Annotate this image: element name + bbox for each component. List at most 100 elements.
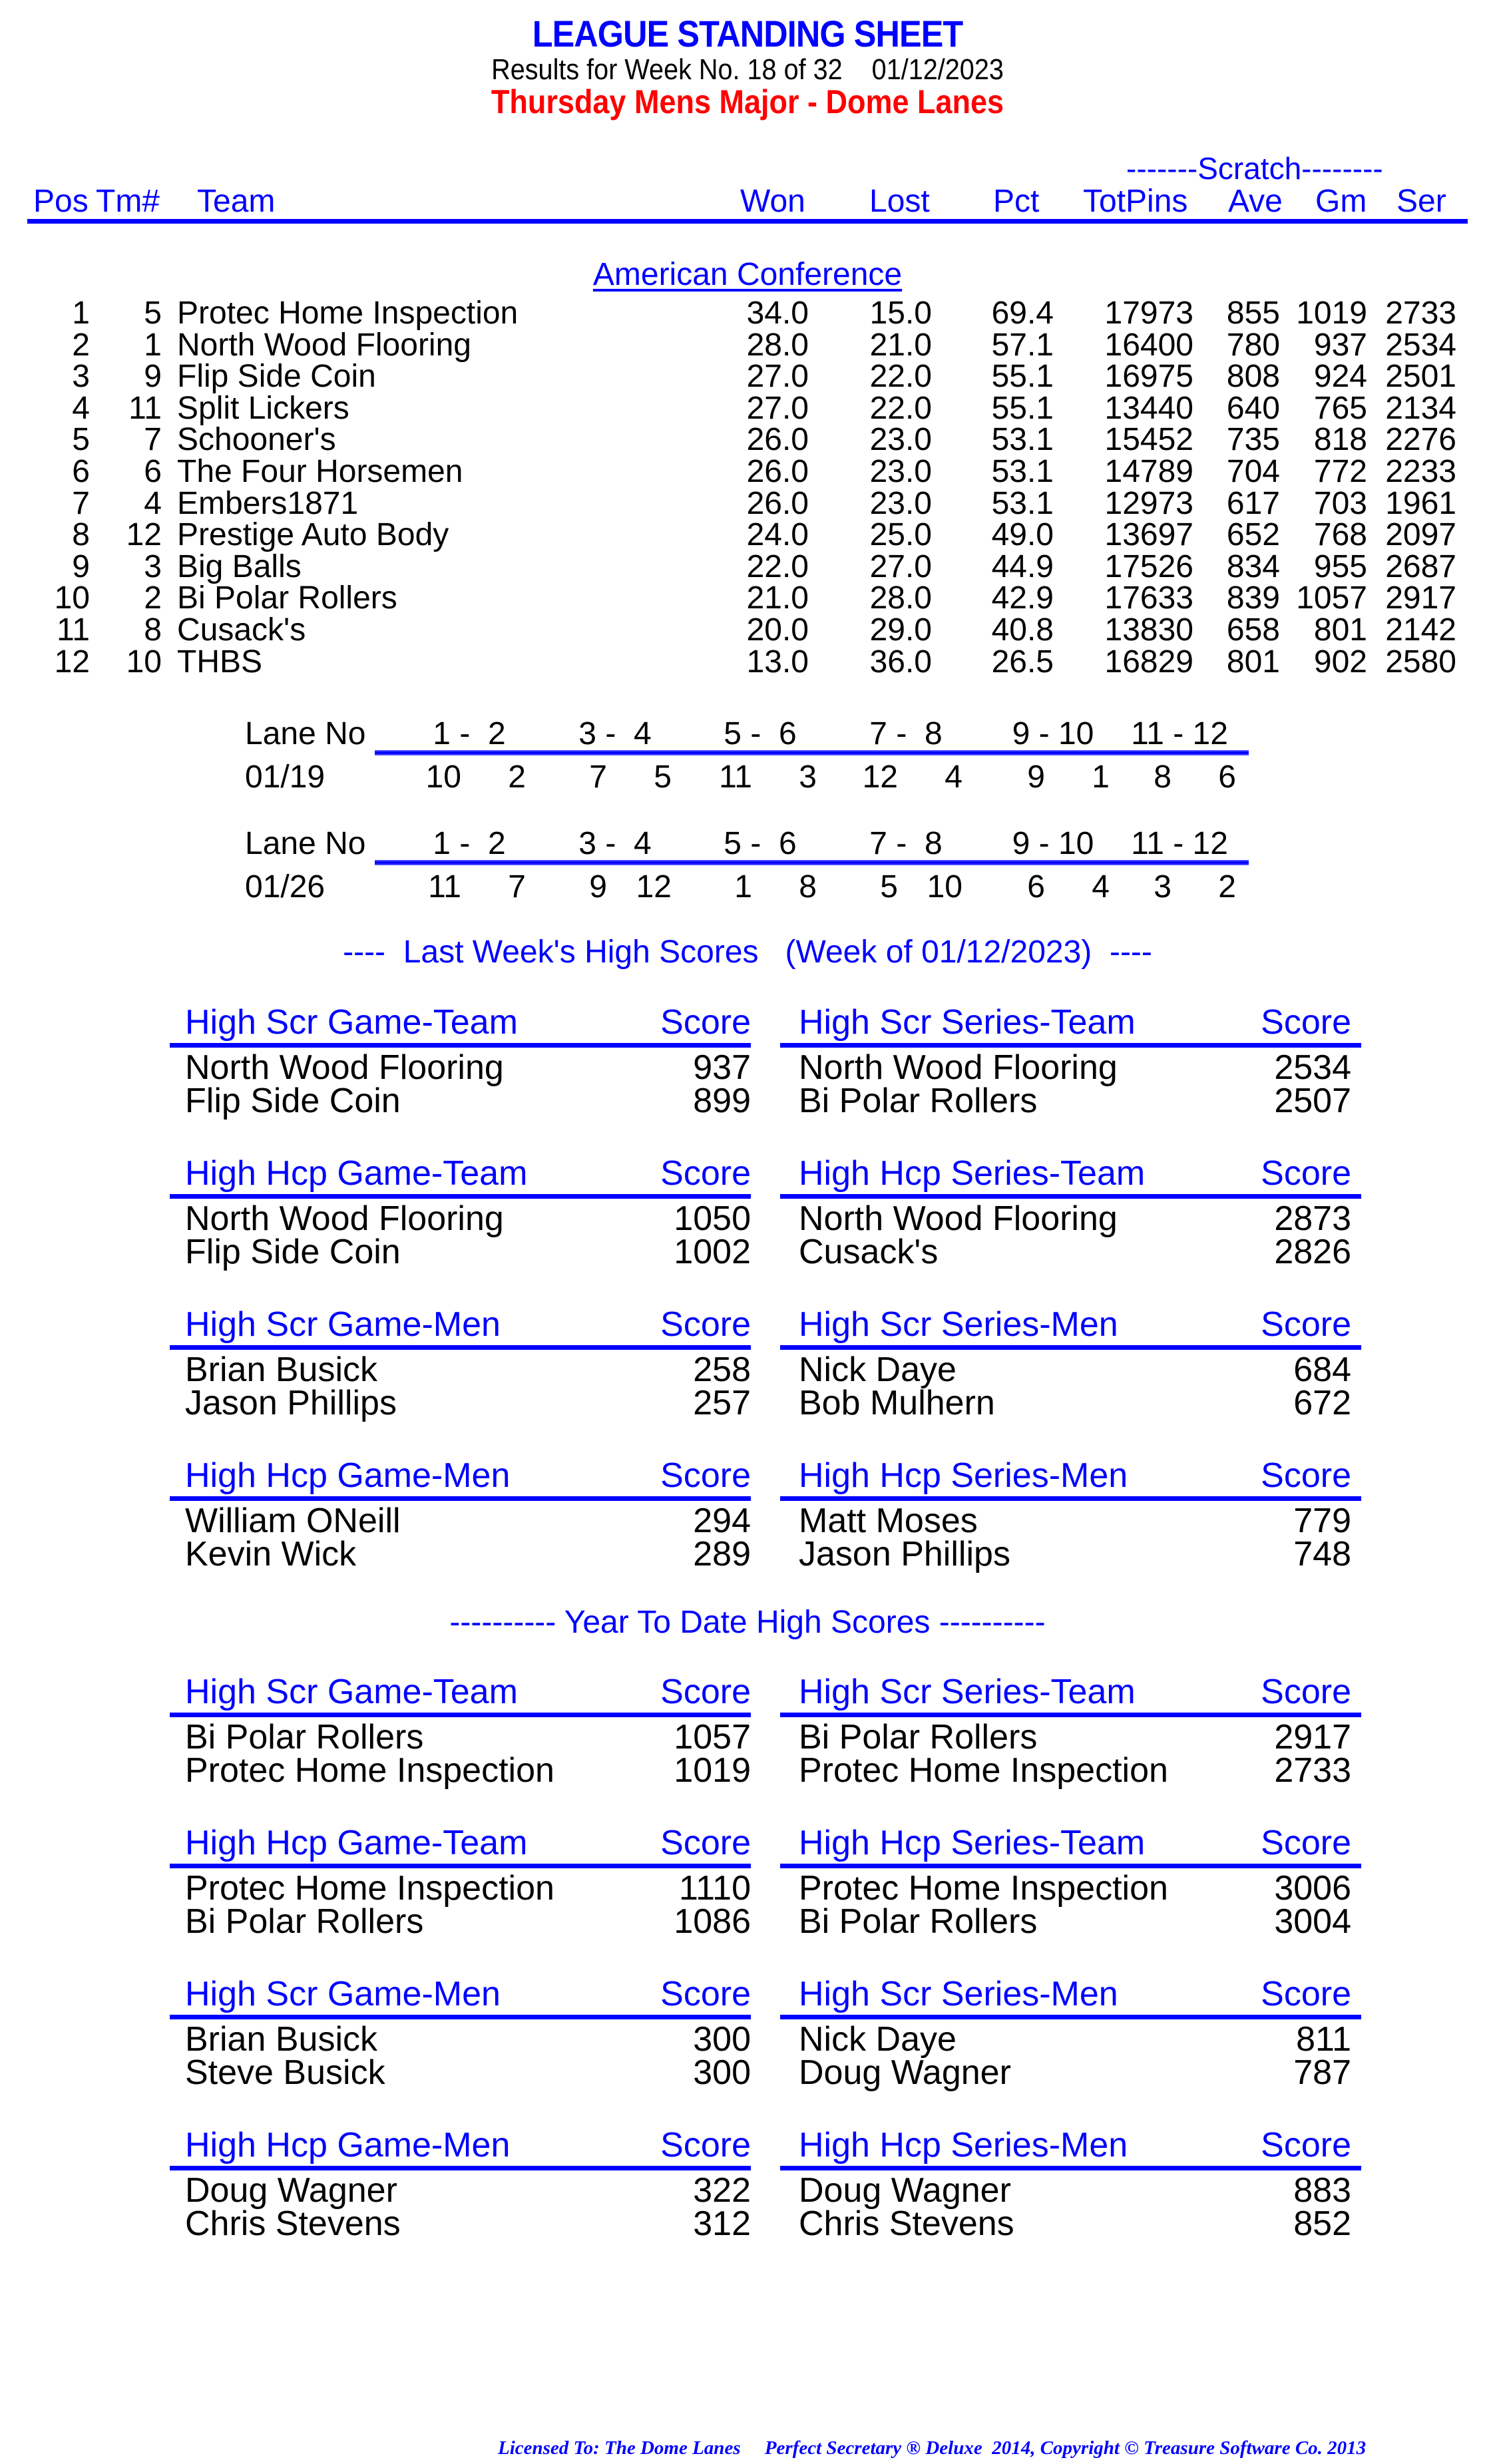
block-title: High Scr Series-Team	[799, 1673, 1136, 1711]
entry-score: 257	[693, 1384, 751, 1422]
entry-score: 3004	[1274, 1902, 1351, 1941]
team-matchup-left: 9	[589, 869, 607, 905]
col-header-pos: Pos	[33, 184, 89, 219]
col-header-totpins: TotPins	[1083, 184, 1188, 219]
col-header-team: Team	[197, 184, 276, 219]
team-matchup-right: 7	[508, 869, 526, 905]
cell-ser: 2580	[1385, 644, 1456, 680]
entry-name: Jason Phillips	[185, 1384, 397, 1422]
block-divider	[780, 2015, 1361, 2019]
col-header-ser: Ser	[1396, 184, 1446, 219]
block-divider	[170, 1194, 751, 1199]
lane-divider	[375, 750, 1249, 755]
entry-score: 1086	[674, 1902, 751, 1941]
lane-pair-label: 3 - 4	[578, 716, 652, 751]
block-divider	[780, 1864, 1361, 1868]
block-divider	[170, 1345, 751, 1350]
cell-ave: 801	[1226, 644, 1280, 680]
standings-row: 12 10 13.0 36.0 26.5 16829 801 902 2580 THBS	[0, 644, 1495, 680]
standings-row: 11 8 20.0 29.0 40.8 13830 658 801 2142 Cusack's	[0, 612, 1495, 648]
block-divider	[170, 1496, 751, 1501]
block-title: High Hcp Game-Men	[185, 1456, 511, 1495]
block-divider	[170, 1043, 751, 1048]
entry-score: 1019	[674, 1751, 751, 1790]
team-matchup-left: 11	[428, 869, 461, 905]
cell-team-number: 10	[126, 644, 162, 680]
team-matchup-left: 9	[1027, 759, 1045, 795]
block-title: High Hcp Game-Team	[185, 1824, 528, 1862]
team-matchup-left: 6	[1027, 869, 1045, 905]
entry-name: Bi Polar Rollers	[799, 1082, 1038, 1120]
entry-score: 2733	[1274, 1751, 1351, 1790]
team-matchup-right: 1	[1092, 759, 1110, 795]
block-title: High Hcp Game-Team	[185, 1154, 528, 1193]
schedule-date: 01/26	[245, 869, 325, 905]
standings-row: 4 11 27.0 22.0 55.1 13440 640 765 2134 Split Lick…	[0, 390, 1495, 426]
block-divider	[780, 1043, 1361, 1048]
conference-label: American Conference	[592, 257, 903, 292]
entry-name: Bi Polar Rollers	[799, 1902, 1038, 1941]
entry-name: Bob Mulhern	[799, 1384, 995, 1422]
cell-won: 13.0	[746, 644, 809, 680]
standings-row: 3 9 27.0 22.0 55.1 16975 808 924 2501 Flip Side C…	[0, 358, 1495, 394]
team-matchup-right: 2	[508, 759, 526, 795]
team-matchup-left: 12	[862, 759, 898, 795]
league-name: Thursday Mens Major - Dome Lanes	[491, 83, 1004, 120]
entry-score: 748	[1293, 1535, 1351, 1573]
block-score-label: Score	[660, 1673, 751, 1711]
col-header-lost: Lost	[869, 184, 930, 219]
footer-license: Licensed To: The Dome Lanes Perfect Secr…	[498, 2437, 1367, 2459]
page-title: LEAGUE STANDING SHEET	[532, 13, 964, 55]
entry-score: 300	[693, 2053, 751, 2092]
standings-row: 5 7 26.0 23.0 53.1 15452 735 818 2276 Schooner's	[0, 421, 1495, 457]
lane-pair-label: 5 - 6	[724, 826, 797, 861]
team-matchup-right: 3	[799, 759, 817, 795]
standings-row: 9 3 22.0 27.0 44.9 17526 834 955 2687 Big Balls	[0, 548, 1495, 584]
week-subtitle: Results for Week No. 18 of 32 01/12/2023	[491, 53, 1004, 86]
team-matchup-right: 4	[1092, 869, 1110, 905]
block-title: High Hcp Game-Men	[185, 2126, 511, 2164]
block-score-label: Score	[1261, 2126, 1351, 2164]
cell-lost: 36.0	[869, 644, 932, 680]
block-title: High Scr Series-Men	[799, 1305, 1118, 1344]
entry-name: Cusack's	[799, 1233, 939, 1271]
entry-name: Chris Stevens	[185, 2204, 401, 2243]
block-score-label: Score	[1261, 1003, 1351, 1042]
lane-pair-label: 11 - 12	[1131, 716, 1228, 751]
block-score-label: Score	[1261, 1154, 1351, 1193]
block-divider	[170, 1713, 751, 1717]
block-title: High Scr Game-Men	[185, 1305, 501, 1344]
header-divider	[27, 219, 1468, 224]
block-divider	[170, 1864, 751, 1868]
entry-score: 312	[693, 2204, 751, 2243]
lane-pair-label: 1 - 2	[433, 826, 506, 861]
standings-row: 7 4 26.0 23.0 53.1 12973 617 703 1961 Embers1871	[0, 485, 1495, 521]
entry-score: 852	[1293, 2204, 1351, 2243]
col-header-won: Won	[740, 184, 805, 219]
lane-pair-label: 9 - 10	[1012, 826, 1094, 861]
lane-pair-label: 9 - 10	[1012, 716, 1094, 751]
block-divider	[780, 1496, 1361, 1501]
block-title: High Scr Game-Team	[185, 1673, 518, 1711]
entry-score: 2507	[1274, 1082, 1351, 1120]
block-divider	[170, 2015, 751, 2019]
entry-name: Jason Phillips	[799, 1535, 1010, 1573]
cell-pos: 12	[54, 644, 90, 680]
block-score-label: Score	[1261, 1673, 1351, 1711]
cell-team-name: THBS	[177, 644, 263, 680]
entry-name: Steve Busick	[185, 2053, 385, 2092]
entry-score: 1002	[674, 1233, 751, 1271]
block-title: High Scr Series-Men	[799, 1975, 1118, 2013]
block-divider	[780, 2166, 1361, 2170]
team-matchup-right: 12	[636, 869, 672, 905]
block-score-label: Score	[1261, 1456, 1351, 1495]
entry-name: Kevin Wick	[185, 1535, 357, 1573]
standings-row: 10 2 21.0 28.0 42.9 17633 839 1057 2917 Bi Polar …	[0, 580, 1495, 616]
col-header-ave: Ave	[1228, 184, 1283, 219]
team-matchup-right: 5	[654, 759, 672, 795]
standings-row: 1 5 34.0 15.0 69.4 17973 855 1019 2733 Protec Hom…	[0, 295, 1495, 331]
team-matchup-left: 3	[1154, 869, 1172, 905]
standings-row: 2 1 28.0 21.0 57.1 16400 780 937 2534 North Wood …	[0, 327, 1495, 363]
block-score-label: Score	[660, 1305, 751, 1344]
block-score-label: Score	[660, 1975, 751, 2013]
